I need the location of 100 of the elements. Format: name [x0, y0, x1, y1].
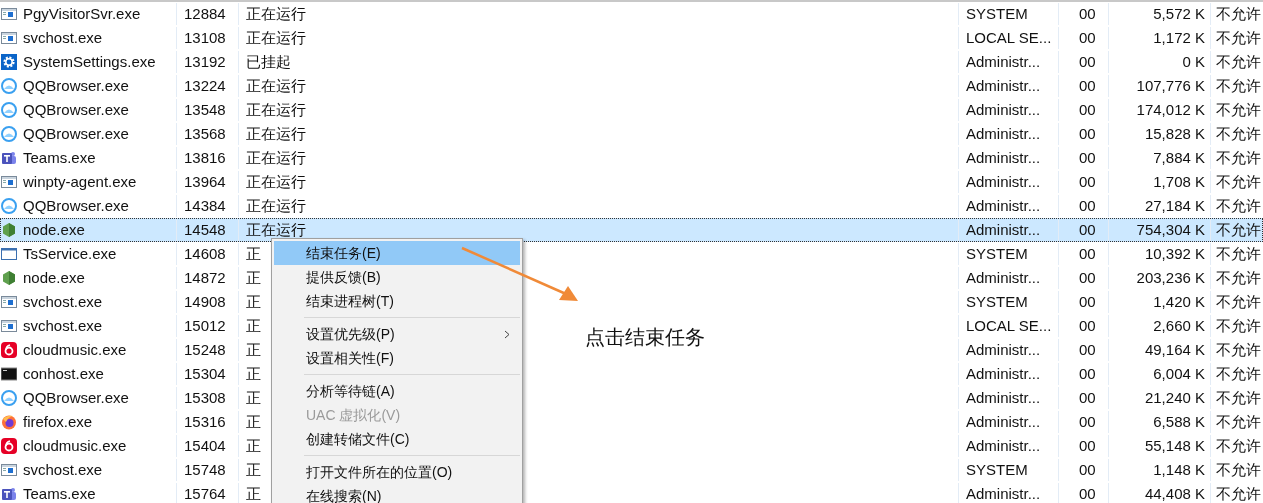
cpu-cell-text: 00 [1079, 267, 1096, 288]
menu-item[interactable]: 创建转储文件(C) [274, 427, 520, 451]
memory-cell-text: 10,392 K [1144, 243, 1205, 264]
status-cell-text: 正 [246, 315, 261, 336]
menu-item[interactable]: 设置优先级(P) [274, 322, 520, 346]
process-row[interactable]: QQBrowser.exe 14384 正在运行 Administr... 00 27,184 K 不允许 [0, 194, 1263, 218]
permission-cell-text: 不允许 [1216, 387, 1261, 408]
user-cell-text: Administr... [966, 339, 1041, 360]
cpu-cell-text: 00 [1079, 315, 1096, 336]
pid-cell-text: 15248 [184, 339, 226, 360]
menu-item[interactable]: 提供反馈(B) [274, 265, 520, 289]
user-cell-text: Administr... [966, 363, 1041, 384]
permission-cell-text: 不允许 [1216, 435, 1261, 456]
permission-cell-text: 不允许 [1216, 219, 1261, 240]
pid-cell-text: 13816 [184, 147, 226, 168]
permission-cell-text: 不允许 [1216, 483, 1261, 503]
cpu-cell-text: 00 [1079, 99, 1096, 120]
user-cell-text: Administr... [966, 195, 1041, 216]
permission-cell-text: 不允许 [1216, 459, 1261, 480]
permission-cell-text: 不允许 [1216, 171, 1261, 192]
cpu-cell-text: 00 [1079, 51, 1096, 72]
user-cell-text: Administr... [966, 267, 1041, 288]
memory-cell-text: 1,708 K [1153, 171, 1205, 192]
memory-cell-text: 49,164 K [1144, 339, 1205, 360]
process-name: svchost.exe [23, 291, 103, 312]
permission-cell-text: 不允许 [1216, 315, 1261, 336]
user-cell-text: SYSTEM [966, 291, 1028, 312]
status-cell-text: 正 [246, 267, 261, 288]
cpu-cell-text: 00 [1079, 195, 1096, 216]
process-row[interactable]: svchost.exe 13108 正在运行 LOCAL SE... 00 1,172 K 不允许 [0, 26, 1263, 50]
memory-cell-text: 107,776 K [1136, 75, 1205, 96]
memory-cell-text: 5,572 K [1153, 3, 1205, 24]
process-name: cloudmusic.exe [23, 435, 127, 456]
permission-cell-text: 不允许 [1216, 411, 1261, 432]
memory-cell-text: 6,588 K [1153, 411, 1205, 432]
memory-cell-text: 27,184 K [1144, 195, 1205, 216]
permission-cell-text: 不允许 [1216, 363, 1261, 384]
user-cell-text: Administr... [966, 435, 1041, 456]
status-cell-text: 正在运行 [246, 99, 306, 120]
pid-cell-text: 12884 [184, 3, 226, 24]
user-cell-text: LOCAL SE... [966, 27, 1052, 48]
permission-cell-text: 不允许 [1216, 51, 1261, 72]
memory-cell-text: 2,660 K [1153, 315, 1205, 336]
user-cell-text: Administr... [966, 123, 1041, 144]
process-name: cloudmusic.exe [23, 339, 127, 360]
process-row[interactable]: winpty-agent.exe 13964 正在运行 Administr... 00 1,708 K 不允许 [0, 170, 1263, 194]
user-cell-text: Administr... [966, 387, 1041, 408]
pid-cell-text: 13108 [184, 27, 226, 48]
menu-item[interactable]: 分析等待链(A) [274, 379, 520, 403]
user-cell-text: SYSTEM [966, 459, 1028, 480]
process-row[interactable]: SystemSettings.exe 13192 已挂起 Administr... 00 0 K 不允许 [0, 50, 1263, 74]
memory-cell-text: 15,828 K [1144, 123, 1205, 144]
process-row[interactable]: QQBrowser.exe 13224 正在运行 Administr... 00 107,776 K 不允许 [0, 74, 1263, 98]
user-cell-text: Administr... [966, 75, 1041, 96]
process-name: winpty-agent.exe [23, 171, 137, 192]
process-row[interactable]: node.exe 14548 正在运行 Administr... 00 754,304 K 不允许 [0, 218, 1263, 242]
user-cell-text: Administr... [966, 411, 1041, 432]
pid-cell-text: 14548 [184, 219, 226, 240]
permission-cell-text: 不允许 [1216, 147, 1261, 168]
process-name: SystemSettings.exe [23, 51, 156, 72]
process-name: Teams.exe [23, 147, 96, 168]
memory-cell-text: 1,172 K [1153, 27, 1205, 48]
memory-cell-text: 0 K [1182, 51, 1205, 72]
cpu-cell-text: 00 [1079, 123, 1096, 144]
cpu-cell-text: 00 [1079, 411, 1096, 432]
menu-item[interactable]: 在线搜索(N) [274, 484, 520, 503]
status-cell-text: 正 [246, 291, 261, 312]
cpu-cell-text: 00 [1079, 219, 1096, 240]
memory-cell-text: 7,884 K [1153, 147, 1205, 168]
cpu-cell-text: 00 [1079, 291, 1096, 312]
user-cell-text: Administr... [966, 219, 1041, 240]
status-cell-text: 正在运行 [246, 123, 306, 144]
process-row[interactable]: PgyVisitorSvr.exe 12884 正在运行 SYSTEM 00 5,572 K 不允许 [0, 2, 1263, 26]
menu-item[interactable]: 打开文件所在的位置(O) [274, 460, 520, 484]
menu-item[interactable]: 设置相关性(F) [274, 346, 520, 370]
user-cell-text: Administr... [966, 171, 1041, 192]
memory-cell-text: 174,012 K [1136, 99, 1205, 120]
pid-cell-text: 13192 [184, 51, 226, 72]
permission-cell-text: 不允许 [1216, 195, 1261, 216]
status-cell-text: 正在运行 [246, 75, 306, 96]
process-name: Teams.exe [23, 483, 96, 503]
pid-cell-text: 13548 [184, 99, 226, 120]
permission-cell-text: 不允许 [1216, 243, 1261, 264]
cpu-cell-text: 00 [1079, 459, 1096, 480]
memory-cell-text: 1,420 K [1153, 291, 1205, 312]
process-name: node.exe [23, 219, 85, 240]
pid-cell-text: 13964 [184, 171, 226, 192]
cpu-cell-text: 00 [1079, 435, 1096, 456]
menu-item[interactable]: 结束任务(E) [274, 241, 520, 265]
permission-cell-text: 不允许 [1216, 291, 1261, 312]
memory-cell-text: 55,148 K [1144, 435, 1205, 456]
process-name: svchost.exe [23, 315, 103, 336]
hexagon-icon [1, 270, 17, 286]
process-row[interactable]: QQBrowser.exe 13568 正在运行 Administr... 00 15,828 K 不允许 [0, 122, 1263, 146]
status-cell-text: 正 [246, 411, 261, 432]
process-row[interactable]: QQBrowser.exe 13548 正在运行 Administr... 00 174,012 K 不允许 [0, 98, 1263, 122]
status-cell-text: 正在运行 [246, 27, 306, 48]
menu-item[interactable]: 结束进程树(T) [274, 289, 520, 313]
user-cell-text: Administr... [966, 483, 1041, 503]
process-row[interactable]: Teams.exe 13816 正在运行 Administr... 00 7,884 K 不允许 [0, 146, 1263, 170]
